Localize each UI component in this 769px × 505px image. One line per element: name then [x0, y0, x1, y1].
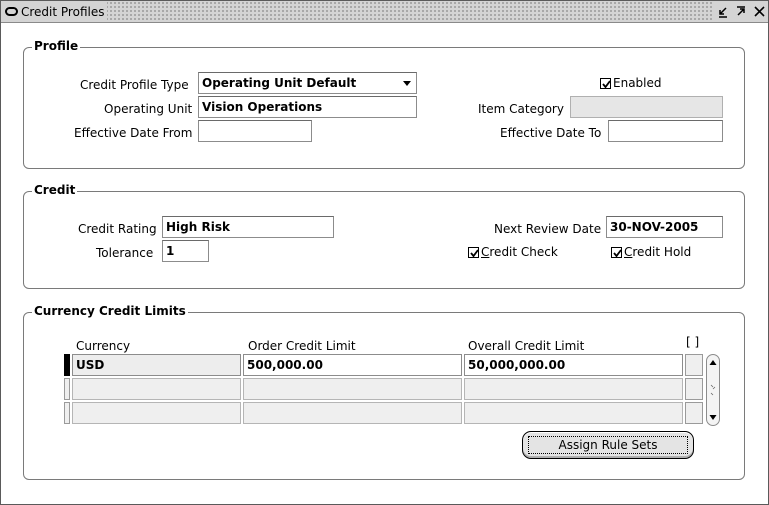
scroll-grip-icon	[710, 384, 716, 396]
credit-rating-label: Credit Rating	[78, 222, 157, 236]
overall-credit-limit-cell[interactable]	[464, 402, 683, 424]
effective-date-to-label: Effective Date To	[500, 126, 602, 140]
enabled-check-icon	[600, 77, 611, 89]
scroll-up-icon[interactable]	[709, 360, 717, 365]
record-indicator[interactable]	[64, 354, 70, 376]
folder-column-header[interactable]: [ ]	[686, 335, 699, 349]
minimize-icon[interactable]	[716, 5, 730, 19]
assign-rule-sets-button[interactable]: Assign Rule Sets	[522, 431, 694, 459]
overall-credit-limit-cell[interactable]	[464, 378, 683, 400]
order-credit-limit-cell[interactable]	[243, 402, 462, 424]
maximize-icon[interactable]	[734, 5, 748, 19]
item-category-label: Item Category	[478, 102, 564, 116]
credit-hold-checkbox[interactable]: Credit Hold	[611, 245, 691, 259]
next-review-date-field[interactable]: 30-NOV-2005	[606, 216, 723, 238]
credit-check-icon	[468, 246, 479, 258]
order-credit-limit-cell[interactable]	[243, 378, 462, 400]
enabled-checkbox[interactable]: Enabled	[600, 76, 662, 90]
order-credit-limit-cell[interactable]: 500,000.00	[243, 354, 462, 376]
currency-credit-limits-group: Currency Credit Limits Currency Order Cr…	[23, 304, 745, 480]
profile-group-title: Profile	[32, 39, 81, 53]
title-bar[interactable]: Credit Profiles	[1, 1, 768, 23]
vertical-scrollbar[interactable]	[706, 354, 720, 426]
credit-hold-icon	[611, 246, 622, 258]
overall-credit-limit-cell[interactable]: 50,000,000.00	[464, 354, 683, 376]
credit-hold-label: redit Hold	[632, 245, 692, 259]
scroll-down-icon[interactable]	[709, 415, 717, 420]
currency-cell[interactable]: USD	[72, 354, 241, 376]
tolerance-field[interactable]: 1	[162, 240, 209, 262]
window-menu-icon[interactable]	[5, 7, 18, 16]
currency-credit-limits-title: Currency Credit Limits	[32, 304, 188, 318]
currency-cell[interactable]	[72, 402, 241, 424]
row-extra-field[interactable]	[685, 402, 703, 424]
operating-unit-field[interactable]: Vision Operations	[198, 96, 417, 118]
credit-profile-type-value: Operating Unit Default	[202, 76, 357, 90]
credit-check-label: redit Check	[489, 245, 558, 259]
close-icon[interactable]	[752, 5, 766, 19]
assign-rule-sets-label: Assign Rule Sets	[527, 436, 689, 454]
effective-date-from-label: Effective Date From	[74, 126, 193, 140]
row-extra-field[interactable]	[685, 354, 703, 376]
currency-column-header: Currency	[76, 339, 131, 353]
credit-check-checkbox[interactable]: Credit Check	[468, 245, 558, 259]
order-credit-limit-column-header: Order Credit Limit	[248, 339, 356, 353]
record-indicator[interactable]	[64, 378, 70, 400]
credit-profile-type-select[interactable]: Operating Unit Default	[198, 72, 417, 94]
credit-group: Credit Credit Rating High Risk Tolerance…	[23, 183, 745, 289]
row-extra-field[interactable]	[685, 378, 703, 400]
credit-profiles-window: Credit Profiles Profile Credit Profile T…	[0, 0, 769, 505]
credit-group-title: Credit	[32, 183, 78, 197]
overall-credit-limit-column-header: Overall Credit Limit	[468, 339, 585, 353]
operating-unit-label: Operating Unit	[104, 102, 193, 116]
tolerance-label: Tolerance	[96, 246, 154, 260]
next-review-date-label: Next Review Date	[494, 222, 602, 236]
effective-date-to-field[interactable]	[608, 120, 723, 142]
effective-date-from-field[interactable]	[198, 120, 312, 142]
item-category-field[interactable]	[570, 96, 723, 118]
profile-group: Profile Credit Profile Type Operating Un…	[23, 39, 745, 169]
enabled-label: Enabled	[613, 76, 662, 90]
window-title: Credit Profiles	[21, 4, 105, 19]
currency-cell[interactable]	[72, 378, 241, 400]
record-indicator[interactable]	[64, 402, 70, 424]
credit-profile-type-label: Credit Profile Type	[80, 78, 189, 92]
credit-rating-field[interactable]: High Risk	[162, 216, 334, 238]
chevron-down-icon	[403, 81, 411, 86]
